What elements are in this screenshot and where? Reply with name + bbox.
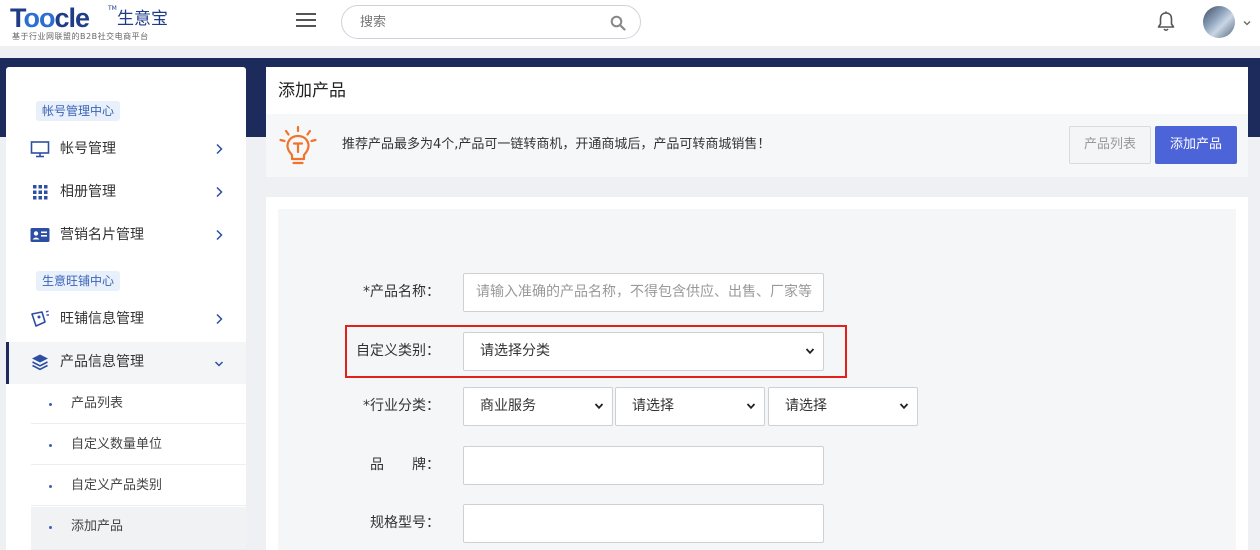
sidebar-item-album[interactable]: 相册管理 [6,172,246,212]
sidebar-item-shop-info[interactable]: 旺铺信息管理 [6,299,246,339]
brand-label: 品 牌： [370,457,440,473]
product-list-button[interactable]: 产品列表 [1069,126,1151,164]
industry-label: *行业分类： [363,398,440,414]
layers-icon [32,354,48,371]
sidebar-item-label: 相册管理 [60,184,116,200]
section-shop-center: 生意旺铺中心 [36,271,121,291]
sidebar-item-label: 旺铺信息管理 [60,311,144,327]
chevron-down-icon [746,403,756,410]
active-indicator [6,342,9,384]
sidebar-item-label: 营销名片管理 [60,227,144,243]
lightbulb-icon [279,125,317,165]
bullet-dot [49,526,52,529]
logo-wordmark: Toocle [10,3,90,33]
sidebar-item-label: 产品信息管理 [60,354,144,370]
product-form [278,209,1236,550]
user-avatar[interactable] [1203,6,1235,38]
bullet-dot [49,485,52,488]
menu-toggle-icon[interactable] [296,13,316,29]
chevron-down-icon [214,361,224,367]
chevron-right-icon [216,143,223,155]
sidebar: 帐号管理中心 帐号管理 相册管理 营销名片管理 生意旺铺中心 旺铺信息管理 产品… [6,67,246,550]
id-card-icon [30,228,50,242]
sidebar-subitem-label: 自定义数量单位 [71,437,163,452]
search-box[interactable] [341,5,641,39]
bullet-dot [49,403,52,406]
logo-chinese-name: 生意宝 [117,9,168,29]
sidebar-subitem-label: 自定义产品类别 [71,478,163,493]
sidebar-subitem-custom-unit[interactable]: 自定义数量单位 [31,425,246,465]
chevron-down-icon[interactable] [1243,19,1251,27]
add-product-button[interactable]: 添加产品 [1155,126,1237,164]
sidebar-subitem-label: 添加产品 [71,519,124,534]
tip-banner: 推荐产品最多为4个,产品可一链转商机，开通商城后，产品可转商城销售！ 产品列表 … [266,114,1248,177]
industry-value-3: 请选择 [785,398,827,414]
custom-category-value: 请选择分类 [480,343,550,359]
sidebar-item-account[interactable]: 帐号管理 [6,129,246,169]
search-icon[interactable] [610,15,626,31]
bullet-dot [49,444,52,447]
chevron-down-icon [594,403,604,410]
notification-bell-icon[interactable] [1156,11,1176,33]
tip-text: 推荐产品最多为4个,产品可一链转商机，开通商城后，产品可转商城销售！ [342,137,771,152]
custom-category-select[interactable]: 请选择分类 [463,332,824,371]
sidebar-subitem-add-product[interactable]: 添加产品 [31,507,246,550]
page-title-bar: 添加产品 [266,67,1248,114]
industry-value-1: 商业服务 [480,398,536,414]
logo-tagline: 基于行业网联盟的B2B社交电商平台 [12,32,149,41]
toocle-logo[interactable]: Toocle TM 生意宝 基于行业网联盟的B2B社交电商平台 [10,4,190,42]
sidebar-item-label: 帐号管理 [60,141,116,157]
monitor-icon [30,141,50,158]
product-name-input[interactable]: 请输入准确的产品名称，不得包含供应、出售、厂家等 [463,273,824,312]
sidebar-subitem-product-list[interactable]: 产品列表 [31,384,246,424]
product-name-label: *产品名称： [363,284,440,300]
industry-select-1[interactable]: 商业服务 [463,387,613,426]
sidebar-item-business-card[interactable]: 营销名片管理 [6,215,246,255]
chevron-right-icon [216,186,223,198]
sidebar-item-product-info[interactable]: 产品信息管理 [6,342,246,384]
industry-select-2[interactable]: 请选择 [615,387,765,426]
logo-trademark: TM [108,5,117,12]
sidebar-subitem-label: 产品列表 [71,396,124,411]
chevron-right-icon [216,229,223,241]
section-account-center: 帐号管理中心 [36,101,121,121]
page-title: 添加产品 [278,81,346,101]
brand-input[interactable] [463,446,824,485]
sidebar-subitem-custom-category[interactable]: 自定义产品类别 [31,466,246,506]
chevron-down-icon [899,403,909,410]
top-header: Toocle TM 生意宝 基于行业网联盟的B2B社交电商平台 [0,0,1260,46]
grid-icon [33,185,48,200]
search-input[interactable] [360,13,600,31]
model-label: 规格型号： [370,515,440,531]
model-input[interactable] [463,504,824,543]
custom-category-label: 自定义类别： [356,343,440,359]
chevron-right-icon [216,313,223,325]
industry-select-3[interactable]: 请选择 [768,387,918,426]
chevron-down-icon [805,348,815,355]
industry-value-2: 请选择 [632,398,674,414]
shop-tag-icon [31,310,49,327]
